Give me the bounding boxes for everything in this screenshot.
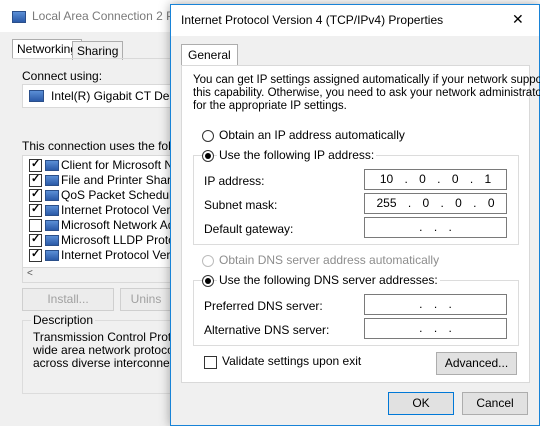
- network-icon: [12, 11, 26, 23]
- general-panel: You can get IP settings assigned automat…: [181, 65, 540, 383]
- alternate-dns-label: Alternative DNS server:: [204, 323, 330, 337]
- component-icon: [45, 235, 59, 246]
- obtain-ip-auto-radio[interactable]: [202, 130, 214, 142]
- component-label: Internet Protocol Version 4: [61, 203, 173, 217]
- alternate-dns-input[interactable]: . . .: [364, 318, 507, 339]
- advanced-button[interactable]: Advanced...: [436, 352, 517, 375]
- component-checkbox[interactable]: [29, 219, 42, 232]
- tab-general[interactable]: General: [181, 44, 238, 65]
- obtain-dns-auto-label: Obtain DNS server address automatically: [219, 253, 440, 267]
- ipv4-properties-dialog: Internet Protocol Version 4 (TCP/IPv4) P…: [170, 4, 540, 426]
- use-following-dns-radio[interactable]: [202, 275, 214, 287]
- component-item[interactable]: Internet Protocol Version: [23, 247, 173, 263]
- dialog-title: Internet Protocol Version 4 (TCP/IPv4) P…: [181, 13, 444, 27]
- component-item[interactable]: File and Printer Sharing fo: [23, 172, 173, 188]
- intro-line: this capability. Otherwise, you need to …: [193, 87, 540, 99]
- use-following-ip-radio[interactable]: [202, 150, 214, 162]
- description-title: Description: [31, 313, 96, 327]
- validate-label: Validate settings upon exit: [222, 354, 362, 368]
- component-checkbox[interactable]: [29, 187, 42, 202]
- component-icon: [45, 250, 59, 261]
- subnet-mask-label: Subnet mask:: [204, 198, 278, 212]
- component-icon: [45, 190, 59, 201]
- preferred-dns-input[interactable]: . . .: [364, 294, 507, 315]
- description-group: Description Transmission Control Protoco…: [22, 313, 207, 394]
- back-window-title: Local Area Connection 2 Prop: [32, 9, 192, 23]
- validate-checkbox[interactable]: [204, 356, 217, 369]
- component-item[interactable]: Microsoft Network Adapte: [23, 218, 173, 233]
- obtain-dns-auto-radio[interactable]: [202, 255, 214, 267]
- install-button[interactable]: Install...: [22, 288, 114, 311]
- scroll-left-icon[interactable]: <: [27, 268, 33, 279]
- component-checkbox[interactable]: [29, 247, 42, 262]
- use-following-dns-label: Use the following DNS server addresses:: [217, 273, 440, 287]
- preferred-dns-label: Preferred DNS server:: [204, 299, 323, 313]
- ip-address-input[interactable]: 10 . 0 . 0 . 1: [364, 169, 507, 190]
- component-item[interactable]: Client for Microsoft Netwo: [23, 157, 173, 173]
- ok-button[interactable]: OK: [388, 392, 454, 415]
- dialog-title-bar: Internet Protocol Version 4 (TCP/IPv4) P…: [171, 5, 539, 36]
- ip-address-label: IP address:: [204, 174, 265, 188]
- component-label: Microsoft LLDP Protocol D: [61, 233, 173, 247]
- horizontal-scrollbar[interactable]: <: [23, 267, 173, 282]
- component-label: File and Printer Sharing fo: [61, 173, 173, 187]
- connect-using-label: Connect using:: [22, 69, 103, 83]
- default-gateway-input[interactable]: . . .: [364, 217, 507, 238]
- component-label: Internet Protocol Version: [61, 248, 173, 262]
- component-item[interactable]: Microsoft LLDP Protocol D: [23, 232, 173, 248]
- intro-text: You can get IP settings assigned automat…: [193, 74, 540, 113]
- adapter-icon: [29, 90, 44, 102]
- tab-divider: [12, 58, 172, 59]
- close-icon[interactable]: ✕: [512, 11, 524, 28]
- component-item[interactable]: Internet Protocol Version 4: [23, 202, 173, 218]
- uninstall-button[interactable]: Unins: [120, 288, 172, 311]
- components-list[interactable]: Client for Microsoft NetwoFile and Print…: [22, 155, 174, 283]
- component-label: QoS Packet Scheduler: [61, 188, 174, 202]
- component-checkbox[interactable]: [29, 232, 42, 247]
- subnet-mask-input[interactable]: 255 . 0 . 0 . 0: [364, 193, 507, 214]
- component-icon: [45, 175, 59, 186]
- adapter-box: Intel(R) Gigabit CT Desktop: [22, 84, 198, 108]
- component-item[interactable]: QoS Packet Scheduler: [23, 187, 174, 203]
- component-checkbox[interactable]: [29, 157, 42, 172]
- cancel-button[interactable]: Cancel: [462, 392, 528, 415]
- component-icon: [45, 205, 59, 216]
- default-gateway-label: Default gateway:: [204, 222, 294, 236]
- component-label: Microsoft Network Adapte: [61, 218, 173, 232]
- use-following-ip-label: Use the following IP address:: [217, 148, 377, 162]
- intro-line: for the appropriate IP settings.: [193, 100, 347, 112]
- component-checkbox[interactable]: [29, 202, 42, 217]
- component-icon: [45, 160, 59, 171]
- component-icon: [45, 220, 59, 231]
- obtain-ip-auto-label: Obtain an IP address automatically: [219, 128, 405, 142]
- component-checkbox[interactable]: [29, 172, 42, 187]
- component-label: Client for Microsoft Netwo: [61, 158, 173, 172]
- intro-line: You can get IP settings assigned automat…: [193, 74, 540, 86]
